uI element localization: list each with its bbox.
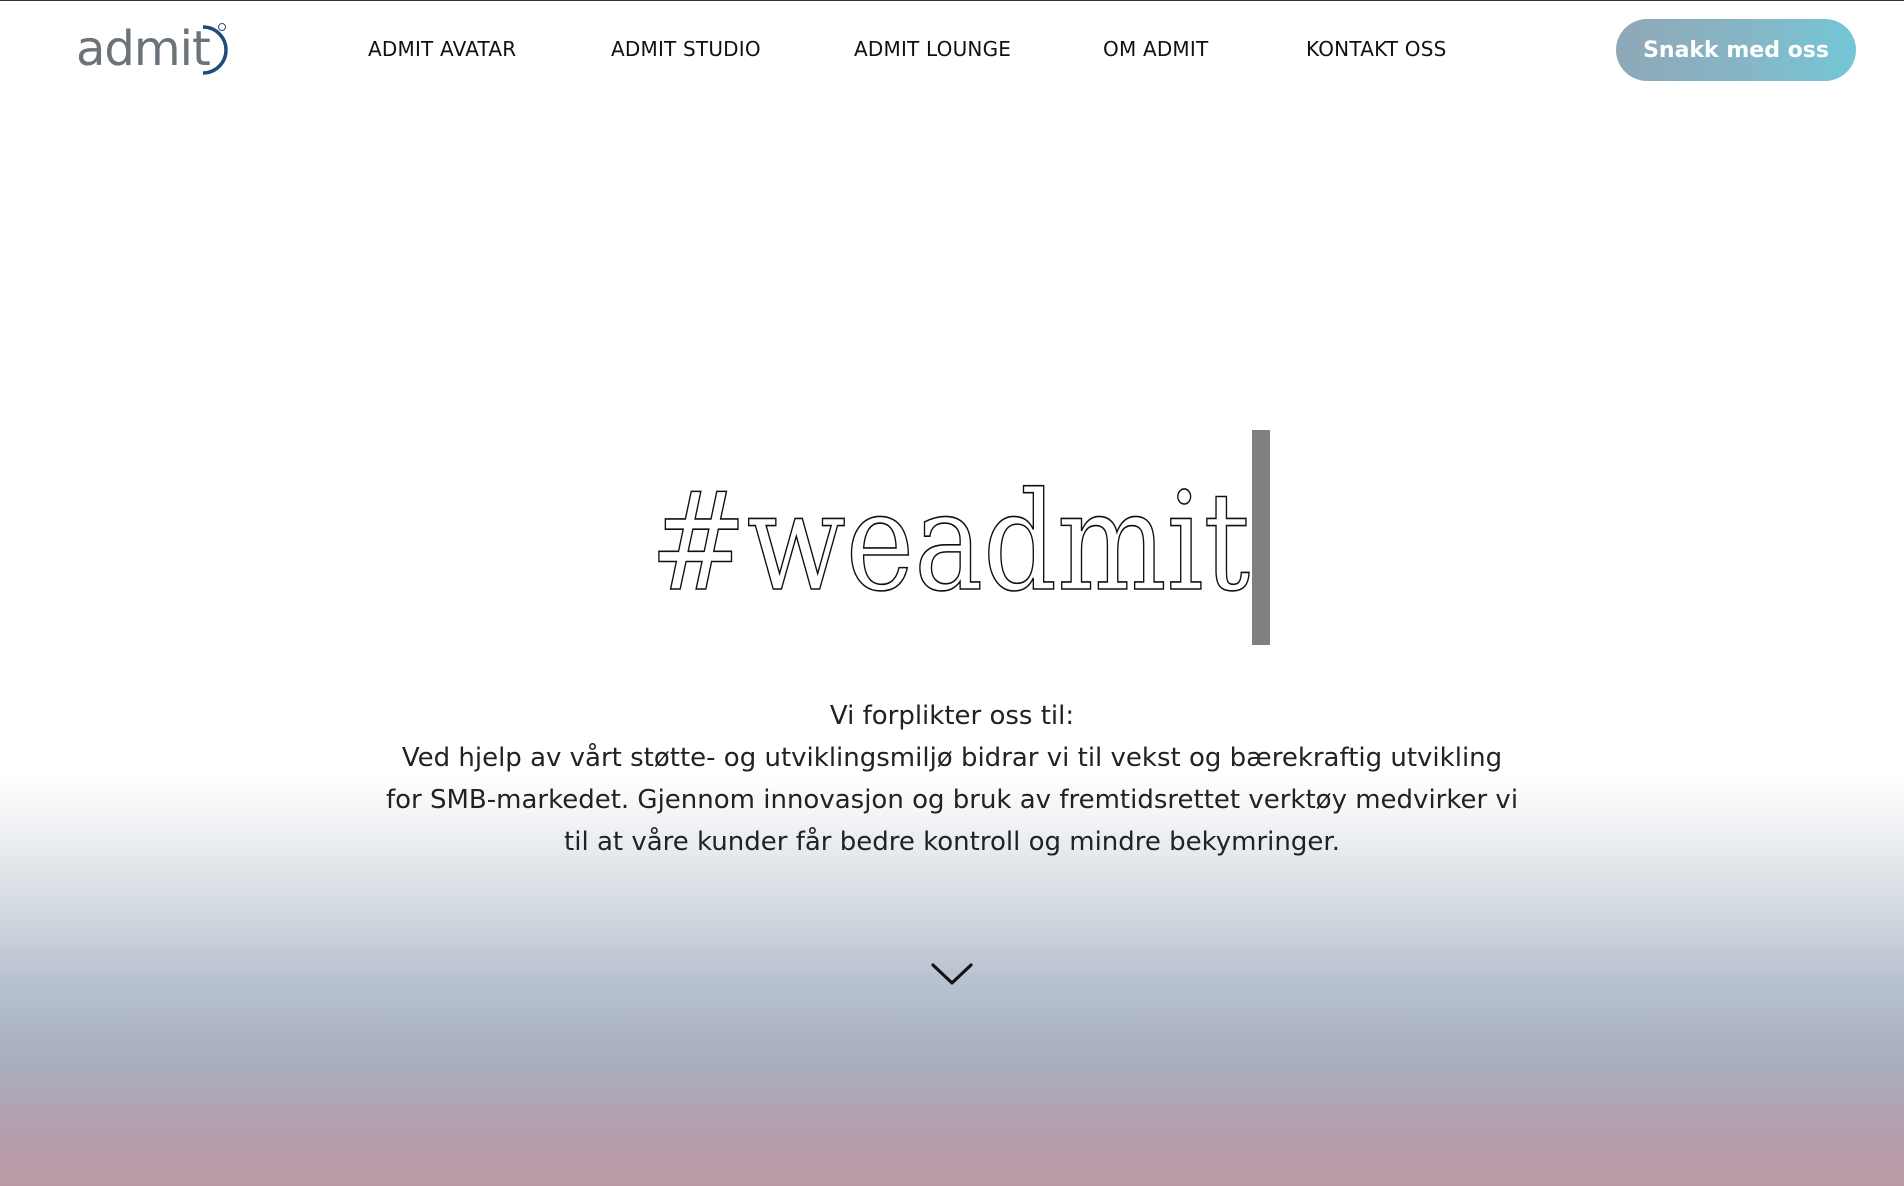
- nav-admit-avatar[interactable]: ADMIT AVATAR: [368, 37, 516, 61]
- description-line: Ved hjelp av vårt støtte- og utviklingsm…: [401, 743, 1503, 773]
- admit-logo-icon: admit: [76, 21, 228, 77]
- hero-title-graphic: #weadmit: [650, 469, 1251, 609]
- typing-cursor: [1252, 430, 1270, 645]
- nav-admit-lounge[interactable]: ADMIT LOUNGE: [854, 37, 1011, 61]
- nav-kontakt-oss[interactable]: KONTAKT OSS: [1306, 37, 1447, 61]
- description-line: til at våre kunder får bedre kontroll og…: [564, 827, 1340, 857]
- hero-description: Ved hjelp av vårt støtte- og utviklingsm…: [352, 737, 1552, 863]
- hero-tagline: Vi forplikter oss til:: [829, 701, 1075, 731]
- contact-cta-button[interactable]: Snakk med oss: [1616, 19, 1856, 81]
- registered-mark: [218, 23, 226, 31]
- hero-title-text: #weadmit: [650, 469, 1250, 609]
- logo-wordmark: admit: [76, 21, 210, 77]
- nav-om-admit[interactable]: OM ADMIT: [1103, 37, 1208, 61]
- chevron-down-icon[interactable]: [928, 959, 976, 989]
- description-line: for SMB-markedet. Gjennom innovasjon og …: [385, 785, 1519, 815]
- page: admit ADMIT AVATAR ADMIT STUDIO ADMIT LO…: [0, 0, 1904, 1186]
- admit-logo[interactable]: admit: [76, 21, 228, 77]
- site-header: admit ADMIT AVATAR ADMIT STUDIO ADMIT LO…: [0, 1, 1904, 101]
- hero-title: #weadmit: [650, 469, 1270, 609]
- nav-admit-studio[interactable]: ADMIT STUDIO: [611, 37, 761, 61]
